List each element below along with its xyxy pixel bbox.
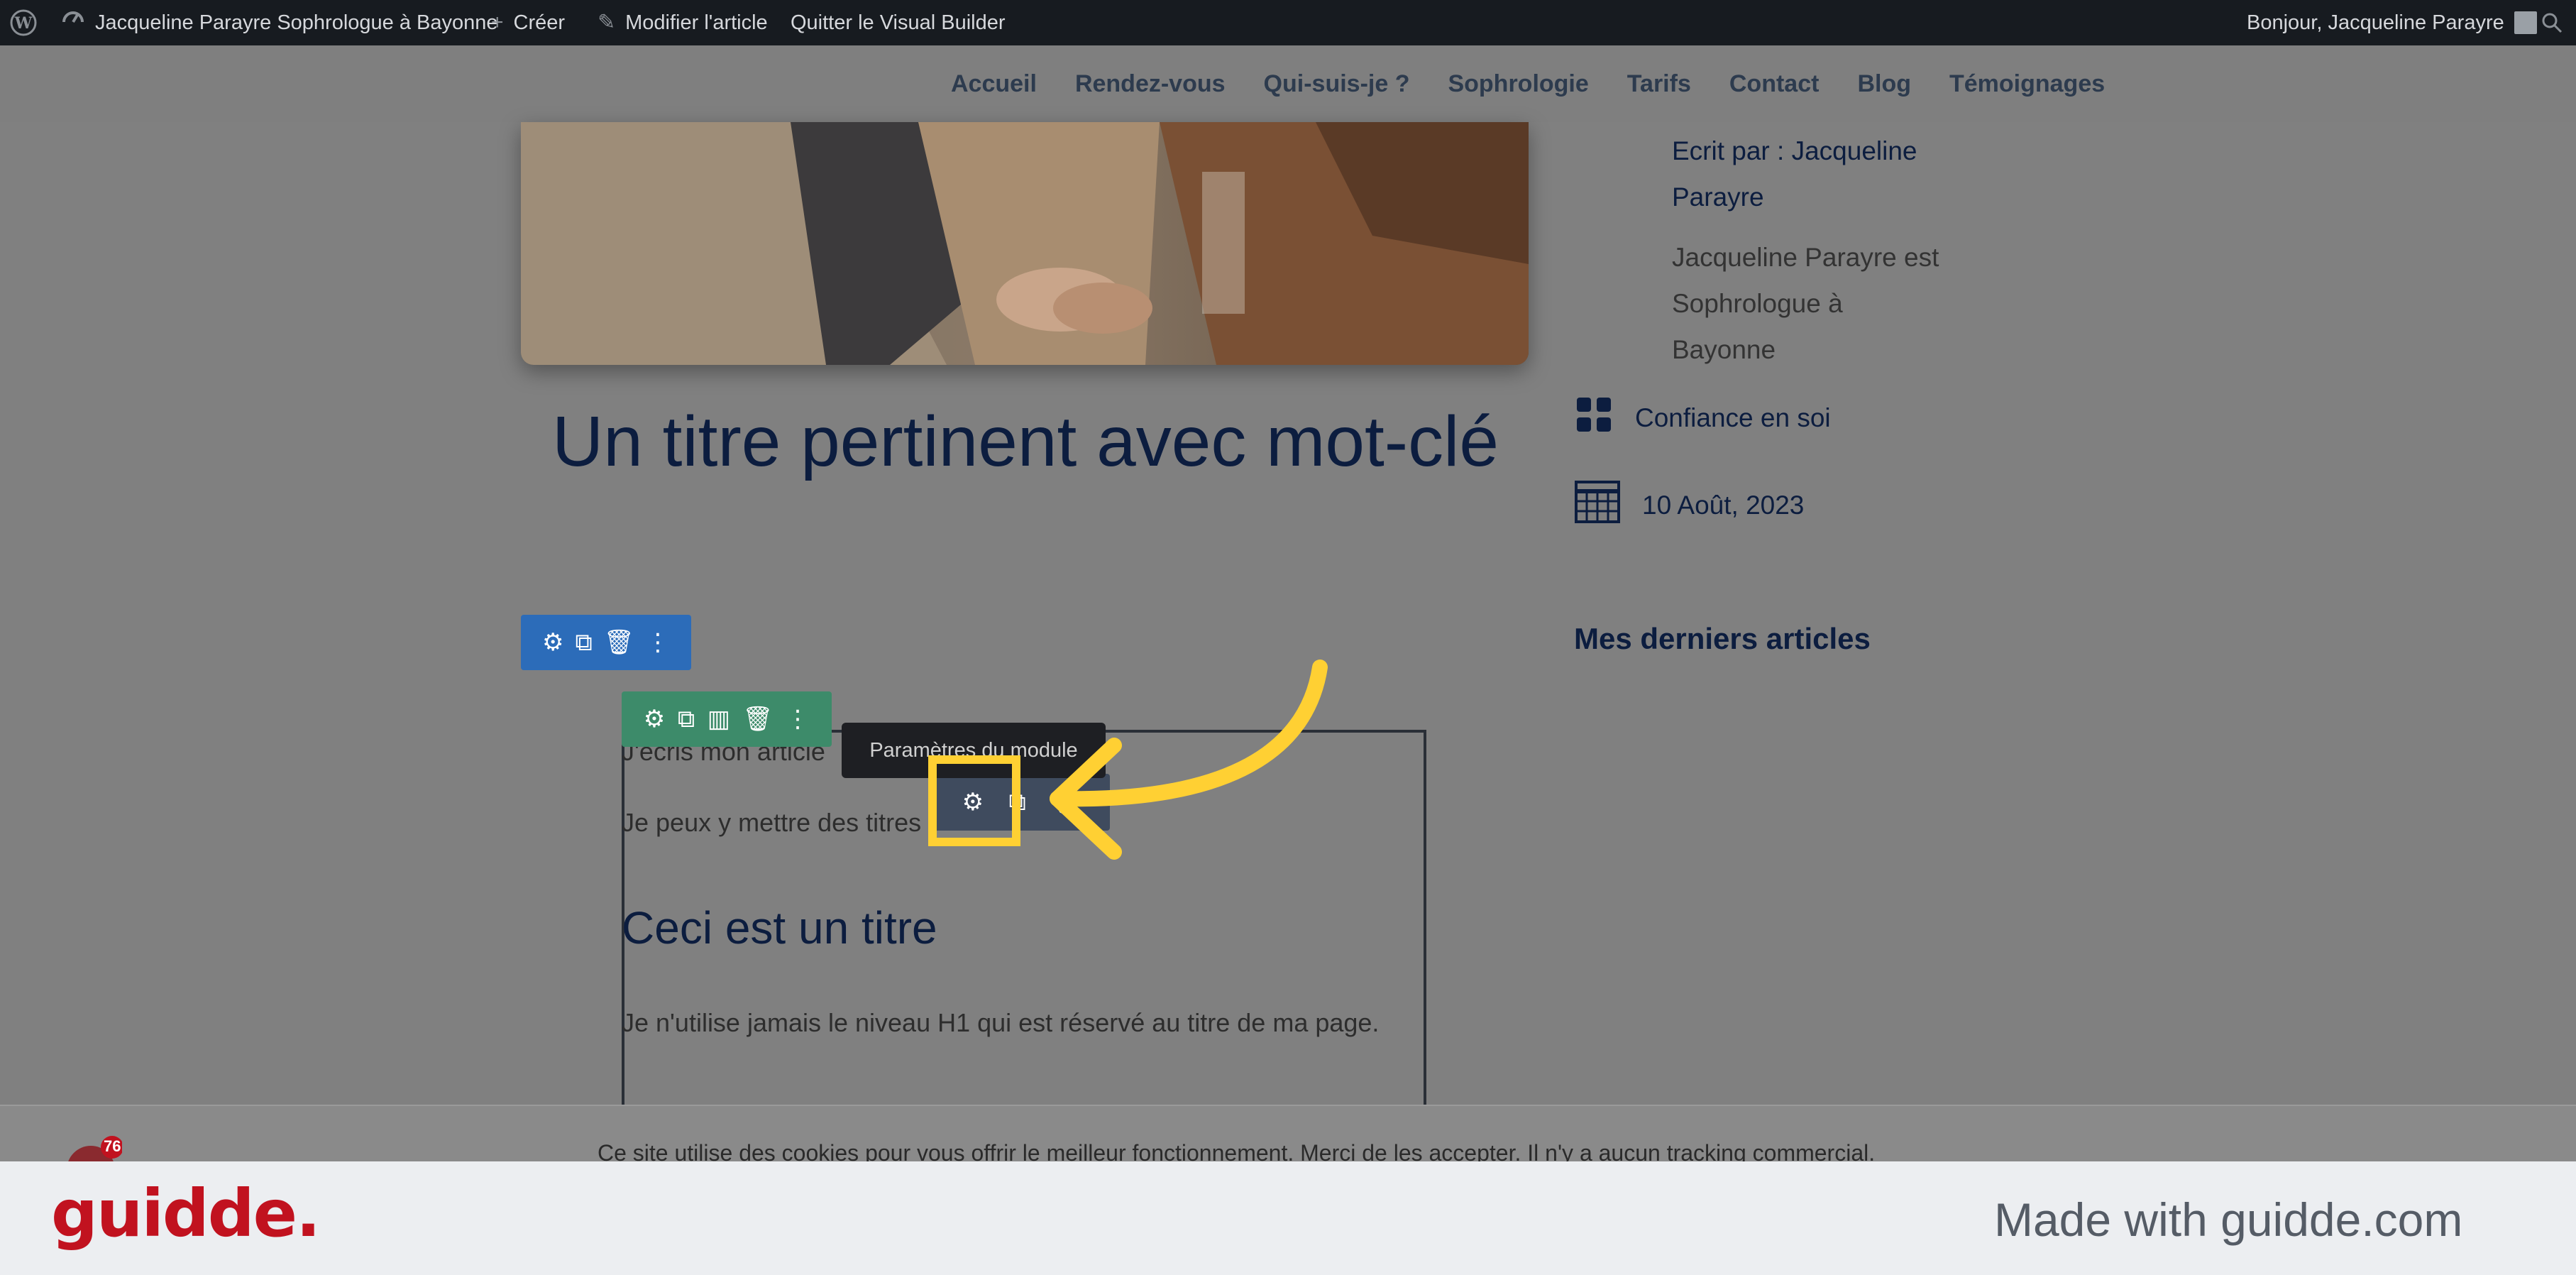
nav-item-blog[interactable]: Blog xyxy=(1857,70,1911,98)
admin-exit-builder-link[interactable]: Quitter le Visual Builder xyxy=(791,0,1006,45)
row-settings-gear-icon[interactable]: ⚙ xyxy=(644,705,665,733)
badge-count: 76 xyxy=(104,1137,121,1155)
article-paragraph-2[interactable]: Je peux y mettre des titres xyxy=(622,808,921,838)
wp-admin-bar: W Jacqueline Parayre Sophrologue à Bayon… xyxy=(0,0,2576,45)
nav-item-contact[interactable]: Contact xyxy=(1729,70,1820,98)
bio-line-1: Jacqueline Parayre est xyxy=(1672,243,1939,272)
post-title: Un titre pertinent avec mot-clé xyxy=(552,402,1499,481)
highlight-box xyxy=(928,755,1020,846)
section-toolbar: ⚙ ⧉ 🗑 ⋮ xyxy=(521,615,691,670)
row-duplicate-icon[interactable]: ⧉ xyxy=(678,706,695,733)
row-more-icon[interactable]: ⋮ xyxy=(786,705,810,733)
admin-site-name: Jacqueline Parayre Sophrologue à Bayonne xyxy=(95,11,498,34)
admin-greeting: Bonjour, Jacqueline Parayre xyxy=(2247,11,2504,34)
row-toolbar: ⚙ ⧉ ▥ 🗑 ⋮ xyxy=(622,691,832,747)
main-navigation: Accueil Rendez-vous Qui-suis-je ? Sophro… xyxy=(951,45,2105,122)
admin-edit-post-label: Modifier l'article xyxy=(625,11,768,34)
admin-edit-post-link[interactable]: ✎ Modifier l'article xyxy=(598,0,768,45)
featured-image xyxy=(521,122,1529,365)
admin-create-link[interactable]: + Créer xyxy=(491,0,565,45)
post-category: Confiance en soi xyxy=(1574,395,1831,441)
nav-item-sophrologie[interactable]: Sophrologie xyxy=(1448,70,1588,98)
nav-item-accueil[interactable]: Accueil xyxy=(951,70,1037,98)
grid-icon xyxy=(1574,395,1614,441)
pencil-icon: ✎ xyxy=(598,11,616,34)
bio-line-2: Sophrologue à xyxy=(1672,289,1843,318)
bio-line-3: Bayonne xyxy=(1672,335,1776,364)
site-header: Accueil Rendez-vous Qui-suis-je ? Sophro… xyxy=(0,45,2576,122)
section-more-icon[interactable]: ⋮ xyxy=(646,628,670,657)
post-date: 10 Août, 2023 xyxy=(1574,480,1804,530)
nav-item-qui-suis-je[interactable]: Qui-suis-je ? xyxy=(1264,70,1410,98)
search-icon[interactable] xyxy=(2541,0,2563,45)
article-heading[interactable]: Ceci est un titre xyxy=(622,902,937,954)
date-text: 10 Août, 2023 xyxy=(1642,490,1805,520)
nav-item-temoignages[interactable]: Témoignages xyxy=(1949,70,2105,98)
section-settings-gear-icon[interactable]: ⚙ xyxy=(542,628,563,657)
nav-item-rendez-vous[interactable]: Rendez-vous xyxy=(1075,70,1226,98)
calendar-icon xyxy=(1574,480,1621,530)
plus-icon: + xyxy=(491,11,504,34)
section-duplicate-icon[interactable]: ⧉ xyxy=(576,629,593,657)
admin-site-link[interactable]: Jacqueline Parayre Sophrologue à Bayonne xyxy=(61,0,498,45)
nav-item-tarifs[interactable]: Tarifs xyxy=(1627,70,1691,98)
section-delete-trash-icon[interactable]: 🗑 xyxy=(604,628,634,657)
row-delete-trash-icon[interactable]: 🗑 xyxy=(742,705,773,733)
admin-account-menu[interactable]: Bonjour, Jacqueline Parayre xyxy=(2247,0,2537,45)
wordpress-logo-icon[interactable]: W xyxy=(10,0,37,45)
author-line-1: Ecrit par : Jacqueline xyxy=(1672,136,1917,165)
guidde-logo: guidde. xyxy=(51,1176,321,1252)
article-paragraph-3[interactable]: Je n'utilise jamais le niveau H1 qui est… xyxy=(622,1008,1379,1038)
author-name: Ecrit par : Jacqueline Parayre xyxy=(1672,128,1970,220)
author-line-2: Parayre xyxy=(1672,182,1764,212)
admin-create-label: Créer xyxy=(513,11,566,34)
made-with-text: Made with guidde.com xyxy=(1994,1193,2463,1246)
row-columns-icon[interactable]: ▥ xyxy=(708,705,730,733)
category-link[interactable]: Confiance en soi xyxy=(1635,403,1831,433)
author-bio: Jacqueline Parayre est Sophrologue à Bay… xyxy=(1672,234,1970,373)
dashboard-icon xyxy=(61,0,85,45)
pointer-arrow-icon xyxy=(1050,660,1328,860)
avatar xyxy=(2514,11,2537,34)
admin-exit-builder-label: Quitter le Visual Builder xyxy=(791,11,1006,34)
svg-text:W: W xyxy=(14,14,33,33)
recent-articles-title: Mes derniers articles xyxy=(1574,622,1871,655)
